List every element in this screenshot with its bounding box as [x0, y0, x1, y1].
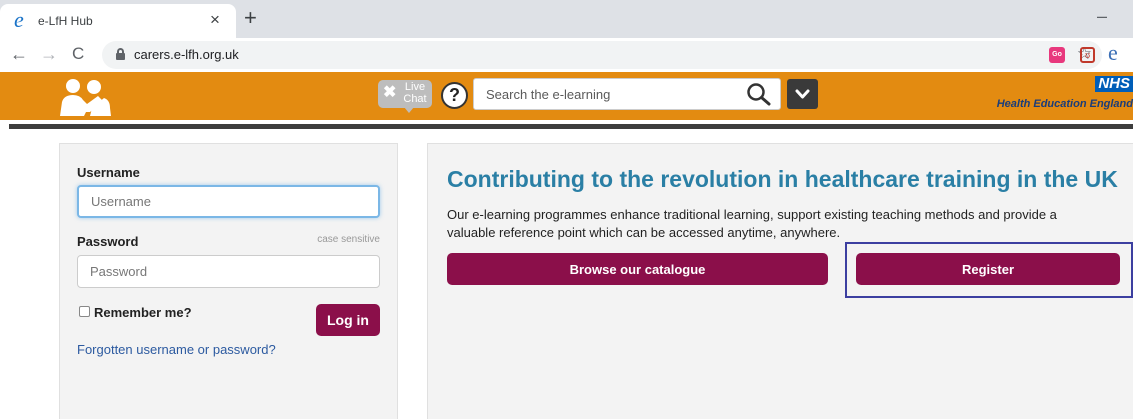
- page-title: Contributing to the revolution in health…: [447, 166, 1118, 192]
- edge-extension-icon[interactable]: e: [1108, 42, 1118, 64]
- live-chat-label: Live Chat: [403, 81, 427, 105]
- back-arrow-icon[interactable]: ←: [10, 43, 28, 65]
- minimize-icon[interactable]: –: [1097, 6, 1107, 27]
- pocket-extension-icon[interactable]: ʊ: [1080, 47, 1095, 63]
- login-panel: Username Password case sensitive Remembe…: [59, 143, 398, 419]
- help-icon[interactable]: ?: [441, 82, 468, 109]
- nhs-org-name: Health Education England: [996, 98, 1133, 110]
- remember-me-checkbox[interactable]: [79, 306, 90, 317]
- password-field[interactable]: [77, 255, 380, 288]
- go-extension-icon[interactable]: Go: [1049, 47, 1065, 63]
- register-highlight-box: [845, 242, 1133, 298]
- search-icon[interactable]: [746, 82, 772, 106]
- live-chat-button[interactable]: ✖ Live Chat: [378, 80, 432, 113]
- header-divider: [9, 124, 1133, 129]
- password-label: Password: [77, 234, 139, 249]
- tab-title: e-LfH Hub: [38, 14, 93, 28]
- username-field[interactable]: [77, 185, 380, 218]
- nhs-logo[interactable]: NHS Health Education England: [943, 75, 1133, 115]
- address-bar[interactable]: carers.e-lfh.org.uk ☆: [102, 41, 1102, 69]
- url-text[interactable]: carers.e-lfh.org.uk: [134, 47, 239, 62]
- remember-me-label[interactable]: Remember me?: [94, 305, 192, 320]
- login-button[interactable]: Log in: [316, 304, 380, 336]
- browser-tab[interactable]: e e-LfH Hub ×: [0, 4, 236, 38]
- case-sensitive-note: case sensitive: [317, 234, 380, 245]
- browse-catalogue-button[interactable]: Browse our catalogue: [447, 253, 828, 285]
- forgot-credentials-link[interactable]: Forgotten username or password?: [77, 342, 276, 357]
- new-tab-icon[interactable]: +: [244, 6, 257, 30]
- reload-icon[interactable]: C: [72, 43, 84, 65]
- carers-logo-icon[interactable]: [56, 76, 114, 116]
- close-tab-icon[interactable]: ×: [210, 10, 220, 30]
- tab-strip: e e-LfH Hub × + –: [0, 0, 1133, 38]
- search-input[interactable]: [474, 79, 734, 109]
- search-options-dropdown-button[interactable]: [787, 79, 818, 109]
- site-header: ✖ Live Chat ? NHS Health Education Engla…: [0, 72, 1133, 120]
- lock-icon[interactable]: [116, 48, 125, 60]
- username-label: Username: [77, 165, 140, 180]
- live-chat-close-icon: ✖: [383, 84, 397, 101]
- intro-text: Our e-learning programmes enhance tradit…: [447, 207, 1057, 240]
- browser-toolbar: ← → C carers.e-lfh.org.uk ☆ Go ʊ e: [0, 38, 1133, 72]
- nhs-mark: NHS: [1095, 76, 1133, 92]
- search-box: [473, 78, 781, 110]
- forward-arrow-icon[interactable]: →: [40, 43, 58, 65]
- e-learning-favicon-icon: e: [14, 7, 24, 32]
- chevron-down-icon: [795, 89, 810, 99]
